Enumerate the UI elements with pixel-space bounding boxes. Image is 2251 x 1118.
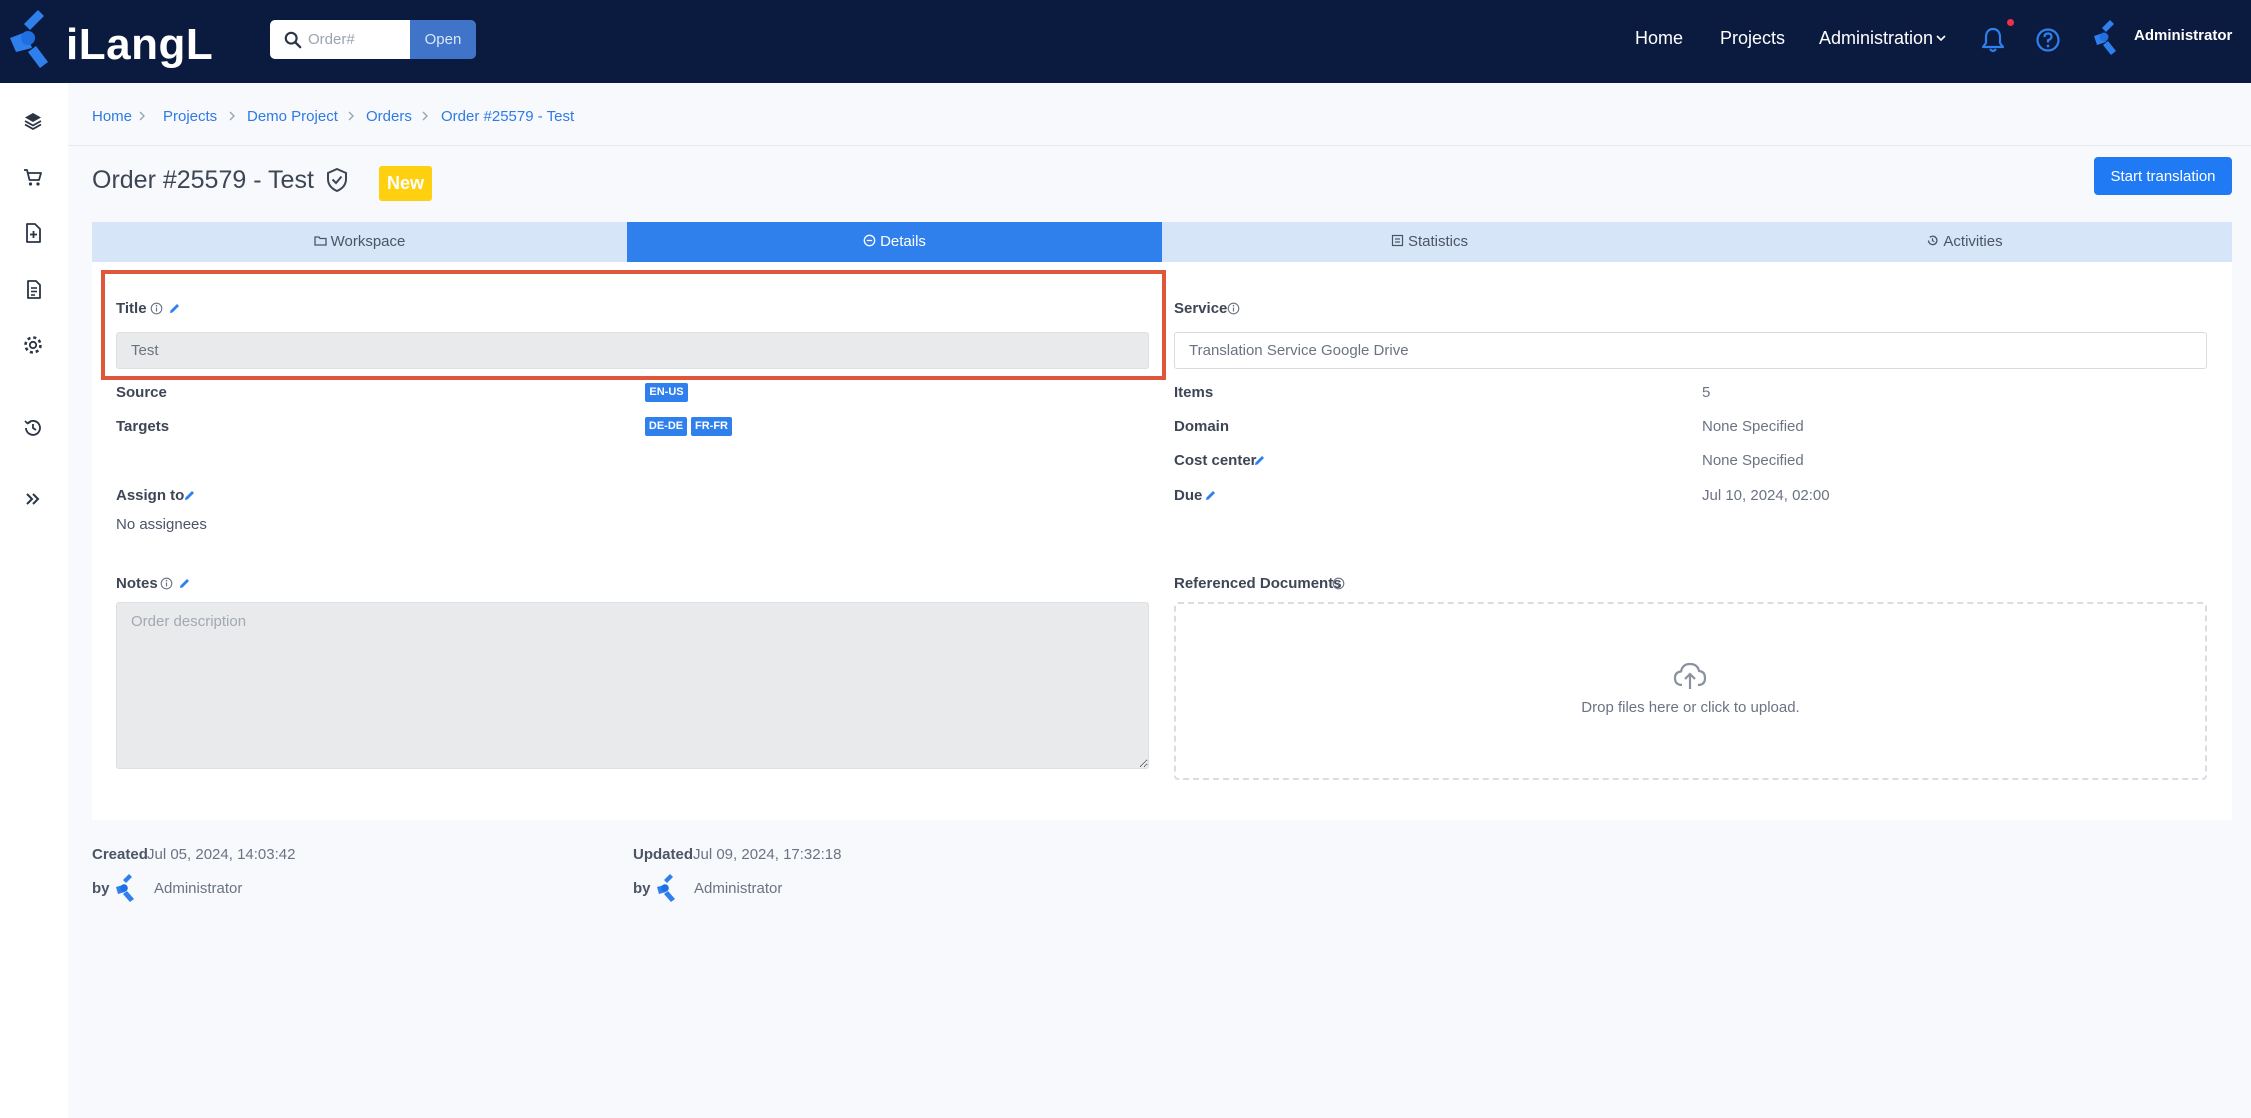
order-search bbox=[270, 20, 410, 59]
top-navbar: iLangL Open Home Projects Administration… bbox=[0, 0, 2251, 83]
layers-icon[interactable] bbox=[22, 110, 44, 132]
due-value: Jul 10, 2024, 02:00 bbox=[1702, 487, 1830, 504]
sidebar bbox=[0, 83, 68, 1118]
domain-value: None Specified bbox=[1702, 418, 1804, 435]
cost-center-label: Cost center bbox=[1174, 452, 1257, 469]
nav-projects[interactable]: Projects bbox=[1720, 28, 1785, 49]
order-search-input[interactable] bbox=[308, 20, 408, 59]
info-icon[interactable] bbox=[1332, 577, 1345, 590]
statistics-icon bbox=[1391, 234, 1404, 247]
edit-pencil-icon[interactable] bbox=[1253, 454, 1266, 467]
logo[interactable]: iLangL bbox=[8, 8, 213, 72]
service-label: Service bbox=[1174, 300, 1228, 317]
assignees-value: No assignees bbox=[116, 516, 207, 533]
documents-icon[interactable] bbox=[22, 278, 44, 300]
target-language-badge: DE-DE bbox=[645, 417, 687, 436]
cost-center-value: None Specified bbox=[1702, 452, 1804, 469]
notes-textarea[interactable] bbox=[116, 602, 1149, 769]
open-order-button[interactable]: Open bbox=[410, 20, 476, 59]
breadcrumb-divider bbox=[68, 145, 2251, 146]
search-icon bbox=[284, 31, 302, 49]
chevron-right-icon bbox=[139, 111, 145, 121]
help-icon[interactable] bbox=[2035, 27, 2061, 53]
tab-activities[interactable]: Activities bbox=[1697, 222, 2232, 262]
nav-administration[interactable]: Administration bbox=[1819, 28, 1933, 49]
expand-sidebar-icon[interactable] bbox=[22, 488, 44, 510]
logo-icon bbox=[10, 10, 48, 68]
file-add-icon[interactable] bbox=[22, 222, 44, 244]
status-badge: New bbox=[379, 166, 432, 201]
tab-details-label: Details bbox=[880, 233, 926, 250]
chevron-right-icon bbox=[422, 111, 428, 121]
items-value: 5 bbox=[1702, 384, 1711, 401]
updated-by-name: Administrator bbox=[694, 880, 783, 897]
service-field[interactable]: Translation Service Google Drive bbox=[1174, 332, 2207, 369]
folder-icon bbox=[313, 236, 327, 246]
updated-value: Jul 09, 2024, 17:32:18 bbox=[693, 846, 842, 863]
assign-to-label: Assign to bbox=[116, 487, 185, 504]
breadcrumb-demo-project[interactable]: Demo Project bbox=[247, 108, 338, 125]
due-label: Due bbox=[1174, 487, 1203, 504]
user-name[interactable]: Administrator bbox=[2134, 27, 2232, 44]
notification-dot bbox=[2007, 19, 2014, 26]
chevron-right-icon bbox=[348, 111, 354, 121]
start-translation-button[interactable]: Start translation bbox=[2094, 157, 2232, 195]
notification-bell-icon[interactable] bbox=[1980, 26, 2006, 54]
tab-bar: Workspace Details Statistics Activities bbox=[92, 222, 2232, 262]
created-label: Created bbox=[92, 846, 148, 863]
info-icon[interactable] bbox=[160, 577, 173, 590]
notes-label: Notes bbox=[116, 575, 158, 592]
domain-label: Domain bbox=[1174, 418, 1230, 435]
target-language-badge: FR-FR bbox=[691, 417, 732, 436]
minus-circle-icon bbox=[863, 234, 876, 247]
info-icon[interactable] bbox=[150, 302, 163, 315]
shield-check-icon bbox=[327, 167, 347, 193]
history-icon[interactable] bbox=[22, 417, 44, 439]
updater-avatar bbox=[657, 874, 675, 902]
edit-pencil-icon[interactable] bbox=[1204, 489, 1217, 502]
nav-home[interactable]: Home bbox=[1635, 28, 1683, 49]
chevron-right-icon bbox=[229, 111, 235, 121]
breadcrumb-projects[interactable]: Projects bbox=[163, 108, 217, 125]
created-value: Jul 05, 2024, 14:03:42 bbox=[147, 846, 296, 863]
info-icon[interactable] bbox=[1227, 302, 1240, 315]
tab-workspace-label: Workspace bbox=[330, 233, 406, 250]
edit-pencil-icon[interactable] bbox=[178, 577, 191, 590]
tab-workspace[interactable]: Workspace bbox=[92, 222, 627, 262]
cart-icon[interactable] bbox=[22, 166, 44, 188]
breadcrumb-home[interactable]: Home bbox=[92, 108, 132, 125]
edit-pencil-icon[interactable] bbox=[183, 489, 196, 502]
tab-activities-label: Activities bbox=[1943, 233, 2003, 250]
items-label: Items bbox=[1174, 384, 1214, 401]
title-label: Title bbox=[116, 300, 147, 317]
cloud-upload-icon bbox=[1673, 662, 1707, 689]
user-avatar[interactable] bbox=[2092, 18, 2122, 56]
created-by-label: by bbox=[92, 880, 110, 897]
dropzone-text: Drop files here or click to upload. bbox=[1581, 699, 1800, 716]
logo-text: iLangL bbox=[66, 20, 214, 69]
tab-details[interactable]: Details bbox=[627, 222, 1162, 262]
targets-label: Targets bbox=[116, 418, 170, 435]
edit-pencil-icon[interactable] bbox=[168, 302, 181, 315]
history-icon bbox=[1928, 235, 1938, 246]
tab-statistics-label: Statistics bbox=[1407, 233, 1468, 250]
source-language-badge: EN-US bbox=[645, 383, 688, 402]
source-label: Source bbox=[116, 384, 167, 401]
title-field[interactable]: Test bbox=[116, 332, 1149, 369]
updated-by-label: by bbox=[633, 880, 651, 897]
chevron-down-icon[interactable] bbox=[1934, 31, 1948, 45]
tab-statistics[interactable]: Statistics bbox=[1162, 222, 1697, 262]
referenced-documents-label: Referenced Documents bbox=[1174, 575, 1342, 592]
updated-label: Updated bbox=[633, 846, 693, 863]
breadcrumb-current-order[interactable]: Order #25579 - Test bbox=[441, 108, 574, 125]
page-title: Order #25579 - Test bbox=[92, 166, 314, 194]
created-by-name: Administrator bbox=[154, 880, 243, 897]
creator-avatar bbox=[116, 874, 134, 902]
gear-icon[interactable] bbox=[22, 334, 44, 356]
breadcrumb-orders[interactable]: Orders bbox=[366, 108, 412, 125]
